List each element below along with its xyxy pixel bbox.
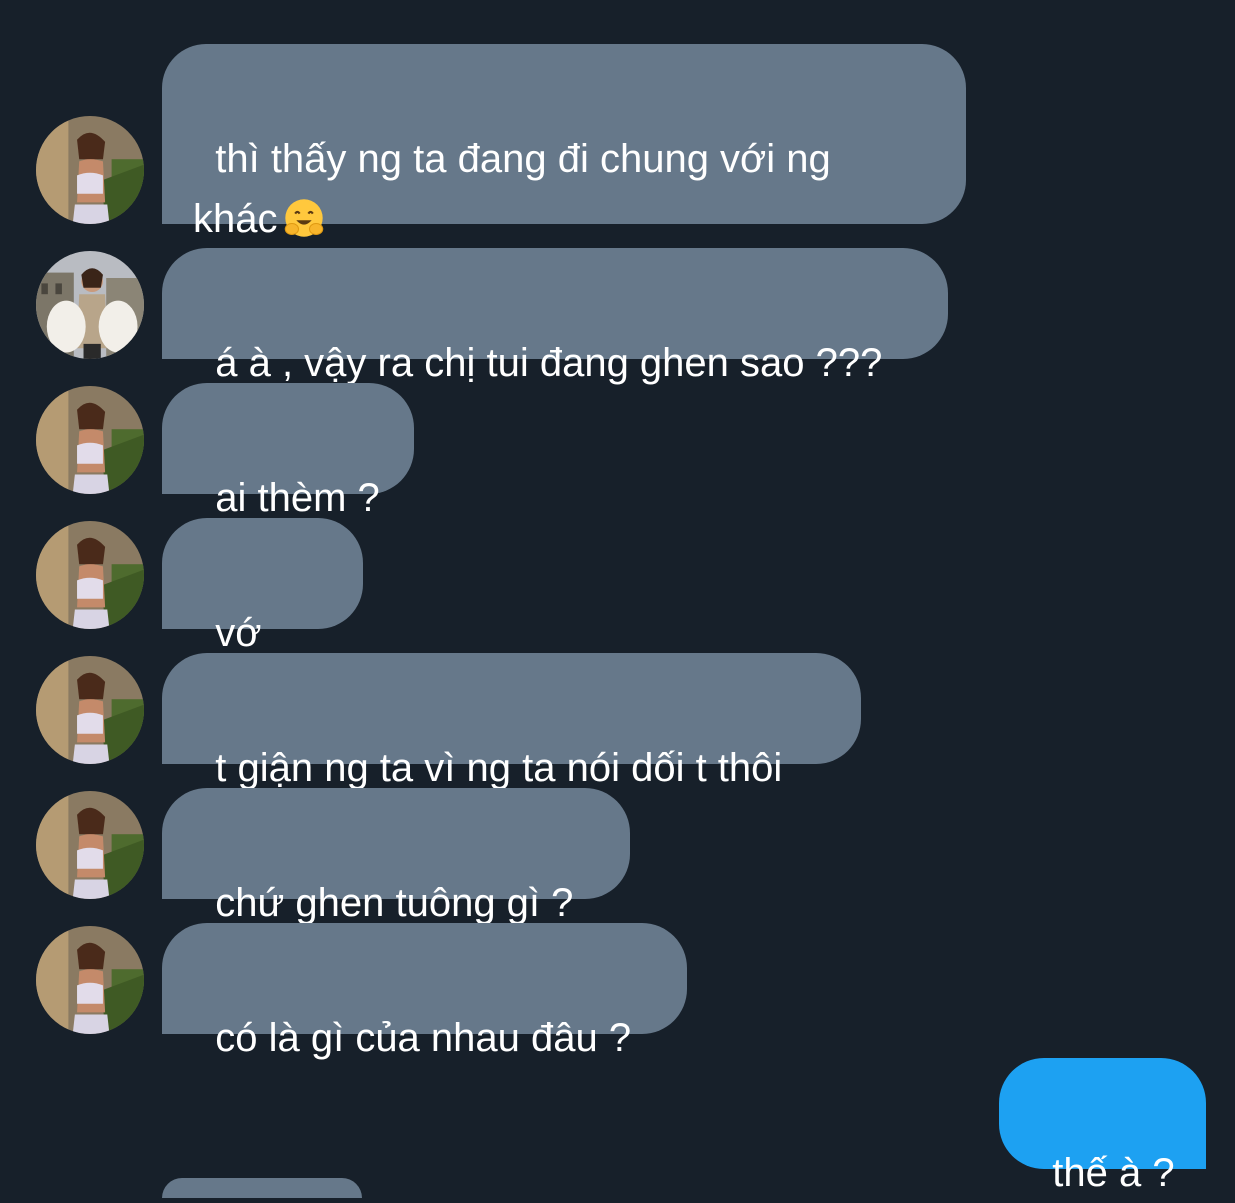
- message-bubble-incoming[interactable]: vớ vẩn: [162, 518, 363, 715]
- sender-avatar[interactable]: [36, 386, 144, 494]
- message-bubble-incoming[interactable]: có là gì của nhau đâu ?: [162, 923, 687, 1060]
- message-bubble-outgoing[interactable]: thế à ?: [999, 1058, 1206, 1195]
- sender-avatar[interactable]: [36, 251, 144, 359]
- avatar-woman-white-top-image: [36, 521, 144, 629]
- message-bubble-incoming[interactable]: á à , vậy ra chị tui đang ghen sao ???: [162, 248, 948, 385]
- avatar-woman-white-top-image: [36, 656, 144, 764]
- avatar-woman-white-top-image: [36, 116, 144, 224]
- message-text: có là gì của nhau đâu ?: [215, 1016, 632, 1060]
- message-bubble-incoming[interactable]: thì thấy ng ta đang đi chung với ng khác: [162, 44, 966, 241]
- avatar-woman-white-top-image: [36, 926, 144, 1034]
- sender-avatar[interactable]: [36, 656, 144, 764]
- avatar-woman-white-top-image: [36, 386, 144, 494]
- avatar-woman-white-top-image: [36, 791, 144, 899]
- sender-avatar[interactable]: [36, 521, 144, 629]
- message-text: chứ ghen tuông gì ?: [215, 881, 574, 925]
- sender-avatar[interactable]: [36, 116, 144, 224]
- sender-avatar[interactable]: [36, 791, 144, 899]
- message-bubble-incoming[interactable]: chứ ghen tuông gì ?: [162, 788, 630, 925]
- message-text: ai thèm ?: [215, 476, 380, 520]
- message-text: thế à ?: [1052, 1151, 1175, 1195]
- sender-avatar[interactable]: [36, 926, 144, 1034]
- message-bubble-incoming[interactable]: t giận ng ta vì ng ta nói dối t thôi: [162, 653, 861, 790]
- message-text: t giận ng ta vì ng ta nói dối t thôi: [215, 746, 783, 790]
- message-bubble-incoming-partial[interactable]: [162, 1178, 362, 1198]
- hugging-face-icon: [282, 196, 326, 240]
- message-text: á à , vậy ra chị tui đang ghen sao ???: [215, 341, 883, 385]
- message-bubble-incoming[interactable]: ai thèm ?: [162, 383, 414, 520]
- avatar-woman-fur-coat-image: [36, 251, 144, 359]
